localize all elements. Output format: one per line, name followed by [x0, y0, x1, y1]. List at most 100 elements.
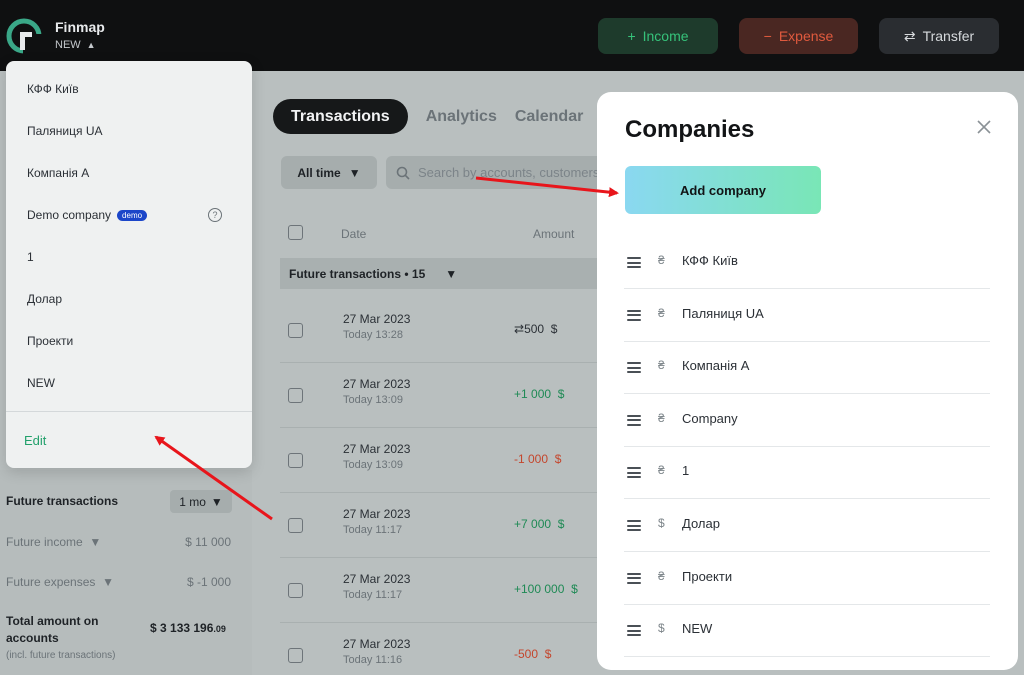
company-option[interactable]: Паляниця UA — [27, 124, 103, 138]
search-input[interactable]: Search by accounts, customers — [386, 156, 606, 189]
edit-companies-link[interactable]: Edit — [24, 433, 46, 448]
period-filter-label: All time — [297, 165, 341, 180]
main-tabs: Transactions Analytics Calendar — [273, 99, 583, 134]
add-company-button[interactable]: Add company — [625, 166, 821, 214]
transaction-amount-value: +1 000 — [514, 387, 552, 401]
caret-down-icon: ▼ — [102, 575, 114, 589]
currency-symbol: $ — [658, 621, 665, 636]
transaction-date: 27 Mar 2023 — [343, 377, 411, 391]
company-dropdown: КФФ Київ Паляниця UA Компанія А Demo com… — [6, 61, 252, 468]
drag-handle-icon[interactable] — [627, 309, 641, 321]
company-row[interactable]: ₴ КФФ Київ — [624, 236, 990, 289]
transaction-currency: $ — [557, 517, 565, 531]
company-name: Проекти — [682, 568, 733, 584]
transaction-amount: +100 000 $ — [514, 582, 578, 596]
expense-button[interactable]: − Expense — [739, 18, 858, 54]
company-row[interactable]: ₴ Company — [624, 394, 990, 447]
tab-transactions[interactable]: Transactions — [273, 99, 408, 134]
drag-handle-icon[interactable] — [627, 414, 641, 426]
future-transactions-group[interactable]: Future transactions • 15 ▼ — [280, 258, 600, 289]
company-option[interactable]: Проекти — [27, 334, 73, 348]
brand-name: Finmap — [55, 19, 105, 35]
caret-up-icon: ▲ — [86, 40, 96, 50]
transfer-arrows-icon: ⇄ — [903, 27, 916, 44]
future-expenses-label: Future expenses — [6, 575, 96, 589]
period-filter[interactable]: All time ▼ — [281, 156, 377, 189]
company-option-label: Demo company — [27, 208, 112, 222]
company-option[interactable]: NEW — [27, 376, 55, 390]
tab-analytics[interactable]: Analytics — [426, 108, 497, 126]
row-checkbox[interactable] — [288, 323, 303, 338]
transaction-row[interactable]: 27 Mar 2023 Today 11:17 +100 000 $ — [280, 558, 600, 623]
close-icon[interactable] — [975, 118, 993, 136]
company-row[interactable]: ₴ Паляниця UA — [624, 289, 990, 342]
drag-handle-icon[interactable] — [627, 572, 641, 584]
company-option-label: Компанія А — [27, 166, 90, 180]
company-row[interactable]: ₴ Проекти — [624, 552, 990, 605]
transaction-time: Today 13:09 — [343, 459, 403, 471]
dropdown-divider — [6, 411, 252, 412]
transaction-date: 27 Mar 2023 — [343, 312, 411, 326]
income-button-label: Income — [642, 28, 689, 44]
total-amount-note: (incl. future transactions) — [6, 650, 116, 661]
transaction-row[interactable]: 27 Mar 2023 Today 13:28 ⇄500 $ — [280, 298, 600, 363]
transfer-button-label: Transfer — [922, 28, 975, 44]
transaction-currency: $ — [544, 647, 552, 661]
row-checkbox[interactable] — [288, 453, 303, 468]
companies-modal: Companies Add company ₴ КФФ Київ ₴ Паляниця… — [597, 92, 1018, 670]
company-option[interactable]: Компанія А — [27, 166, 89, 180]
transaction-date: 27 Mar 2023 — [343, 507, 411, 521]
currency-symbol: $ — [658, 516, 665, 530]
transaction-row[interactable]: 27 Mar 2023 Today 13:09 -1 000 $ — [280, 428, 600, 493]
currency-symbol: ₴ — [658, 305, 665, 320]
company-name: 1 — [682, 463, 690, 479]
transfer-button[interactable]: ⇄ Transfer — [879, 18, 999, 54]
stats-period-select[interactable]: 1 mo ▼ — [170, 490, 232, 513]
company-option-label: Долар — [27, 292, 63, 306]
transaction-row[interactable]: 27 Mar 2023 Today 13:09 +1 000 $ — [280, 363, 600, 428]
transaction-time: Today 13:28 — [343, 329, 403, 341]
transaction-row[interactable]: 27 Mar 2023 Today 11:17 +7 000 $ — [280, 493, 600, 558]
drag-handle-icon[interactable] — [627, 362, 641, 374]
company-selector[interactable]: NEW ▲ — [55, 39, 96, 51]
row-checkbox[interactable] — [288, 518, 303, 533]
company-option-label: 1 — [27, 250, 34, 264]
company-row[interactable]: ₴ 1 — [624, 446, 990, 500]
tab-calendar[interactable]: Calendar — [515, 108, 583, 126]
company-name: NEW — [682, 621, 713, 637]
company-row[interactable]: ₴ Компанія А — [624, 341, 990, 395]
help-icon[interactable]: ? — [208, 208, 222, 222]
row-checkbox[interactable] — [288, 583, 303, 598]
future-income-toggle[interactable]: Future income ▼ — [6, 535, 101, 549]
company-row[interactable]: $ NEW — [624, 604, 990, 658]
drag-handle-icon[interactable] — [627, 625, 641, 637]
company-row[interactable]: $ Долар — [624, 499, 990, 552]
group-label: Future transactions • 15 — [289, 266, 426, 281]
total-amount-cents: .09 — [213, 624, 226, 634]
income-button[interactable]: + Income — [598, 18, 718, 54]
company-option[interactable]: 1 — [27, 250, 34, 264]
caret-down-icon: ▼ — [348, 165, 361, 180]
transaction-amount: -1 000 $ — [514, 452, 561, 466]
drag-handle-icon[interactable] — [627, 467, 641, 479]
currency-symbol: ₴ — [658, 410, 665, 425]
transaction-time: Today 13:09 — [343, 394, 403, 406]
future-expenses-toggle[interactable]: Future expenses ▼ — [6, 575, 114, 589]
future-income-value: $ 11 000 — [185, 535, 231, 549]
company-option[interactable]: Долар — [27, 292, 62, 306]
currency-symbol: ₴ — [658, 358, 665, 373]
transfer-icon: ⇄ — [514, 322, 525, 336]
drag-handle-icon[interactable] — [627, 257, 641, 268]
future-income-label: Future income — [6, 535, 83, 549]
transaction-row[interactable]: 27 Mar 2023 Today 11:16 -500 $ — [280, 623, 600, 675]
future-expenses-value: $ -1 000 — [186, 575, 231, 589]
row-checkbox[interactable] — [288, 648, 303, 663]
company-name: Долар — [682, 516, 720, 531]
drag-handle-icon[interactable] — [627, 520, 641, 531]
transaction-amount-value: +100 000 — [514, 582, 565, 596]
select-all-checkbox[interactable] — [288, 225, 303, 240]
company-option-label: КФФ Київ — [27, 82, 79, 96]
row-checkbox[interactable] — [288, 388, 303, 403]
company-option[interactable]: Demo company demo — [27, 208, 148, 222]
company-option[interactable]: КФФ Київ — [27, 82, 79, 96]
